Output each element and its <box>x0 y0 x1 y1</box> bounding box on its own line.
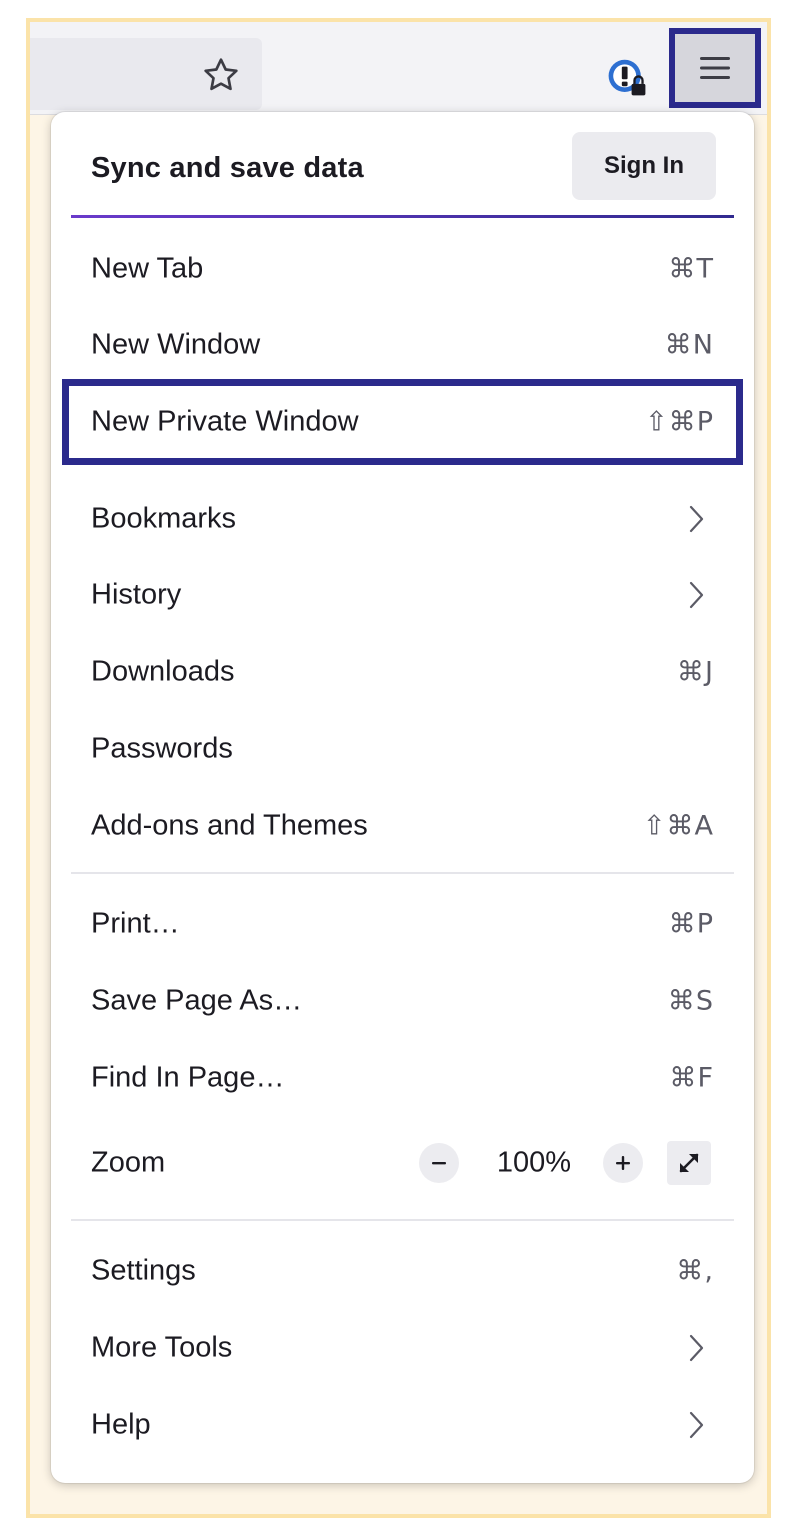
extension-icon <box>608 59 646 96</box>
menu-item-save-page-as[interactable]: Save Page As… ⌘S <box>71 968 734 1034</box>
menu-divider <box>71 1219 734 1221</box>
bookmark-star-button[interactable] <box>198 52 244 98</box>
menu-item-label: History <box>91 578 182 611</box>
menu-item-label: Print… <box>91 907 180 940</box>
menu-item-passwords[interactable]: Passwords <box>71 716 734 782</box>
menu-item-label: More Tools <box>91 1331 233 1364</box>
menu-item-shortcut: ⌘T <box>668 253 714 285</box>
menu-item-find-in-page[interactable]: Find In Page… ⌘F <box>71 1045 734 1111</box>
star-icon <box>204 58 238 91</box>
plus-icon <box>616 1156 630 1170</box>
menu-item-label: Passwords <box>91 732 233 765</box>
menu-item-shortcut: ⌘J <box>677 656 714 688</box>
menu-item-label: Settings <box>91 1254 196 1287</box>
menu-item-shortcut: ⇧⌘A <box>642 810 714 842</box>
fullscreen-button[interactable] <box>667 1141 711 1185</box>
menu-item-downloads[interactable]: Downloads ⌘J <box>71 639 734 705</box>
chevron-right-icon <box>689 1411 704 1439</box>
menu-item-label: Downloads <box>91 655 235 688</box>
menu-item-label: Save Page As… <box>91 984 303 1017</box>
zoom-out-button[interactable] <box>419 1143 459 1183</box>
menu-item-settings[interactable]: Settings ⌘, <box>71 1238 734 1304</box>
menu-item-label: New Tab <box>91 252 204 285</box>
chevron-right-icon <box>689 581 704 609</box>
menu-item-help[interactable]: Help <box>71 1392 734 1458</box>
zoom-label: Zoom <box>91 1146 166 1179</box>
menu-item-label: Find In Page… <box>91 1061 285 1094</box>
menu-item-print[interactable]: Print… ⌘P <box>71 891 734 957</box>
menu-item-label: Bookmarks <box>91 502 237 535</box>
browser-toolbar <box>30 22 767 115</box>
menu-item-shortcut: ⌘S <box>667 985 714 1017</box>
menu-divider <box>71 872 734 874</box>
highlight-box <box>62 379 743 465</box>
menu-item-addons-themes[interactable]: Add-ons and Themes ⇧⌘A <box>71 793 734 859</box>
zoom-controls: Zoom 100% <box>71 1128 734 1198</box>
fullscreen-icon <box>679 1153 699 1173</box>
chevron-right-icon <box>689 505 704 533</box>
menu-item-new-window[interactable]: New Window ⌘N <box>71 312 734 378</box>
menu-item-more-tools[interactable]: More Tools <box>71 1315 734 1381</box>
menu-item-history[interactable]: History <box>71 562 734 628</box>
menu-item-shortcut: ⌘P <box>668 908 714 940</box>
app-menu-panel: Sync and save data Sign In New Tab ⌘T Ne… <box>51 112 754 1483</box>
sync-divider <box>71 215 734 218</box>
zoom-reset-button[interactable]: 100% <box>479 1147 589 1180</box>
menu-item-label: New Window <box>91 328 261 361</box>
chevron-right-icon <box>689 1334 704 1362</box>
zoom-in-button[interactable] <box>603 1143 643 1183</box>
menu-item-label: Add-ons and Themes <box>91 809 368 842</box>
menu-item-shortcut: ⌘, <box>676 1255 714 1287</box>
menu-item-label: Help <box>91 1408 151 1441</box>
menu-item-bookmarks[interactable]: Bookmarks <box>71 486 734 552</box>
menu-item-new-tab[interactable]: New Tab ⌘T <box>71 236 734 302</box>
minus-icon <box>432 1162 446 1165</box>
sync-title: Sync and save data <box>91 152 364 184</box>
sync-header: Sync and save data Sign In <box>51 112 754 218</box>
hamburger-menu-icon <box>700 57 730 79</box>
extension-button[interactable] <box>602 52 652 102</box>
app-menu-button[interactable] <box>669 28 761 108</box>
menu-item-shortcut: ⌘N <box>664 329 714 361</box>
sign-in-button[interactable]: Sign In <box>572 132 716 200</box>
menu-item-shortcut: ⌘F <box>669 1062 714 1094</box>
